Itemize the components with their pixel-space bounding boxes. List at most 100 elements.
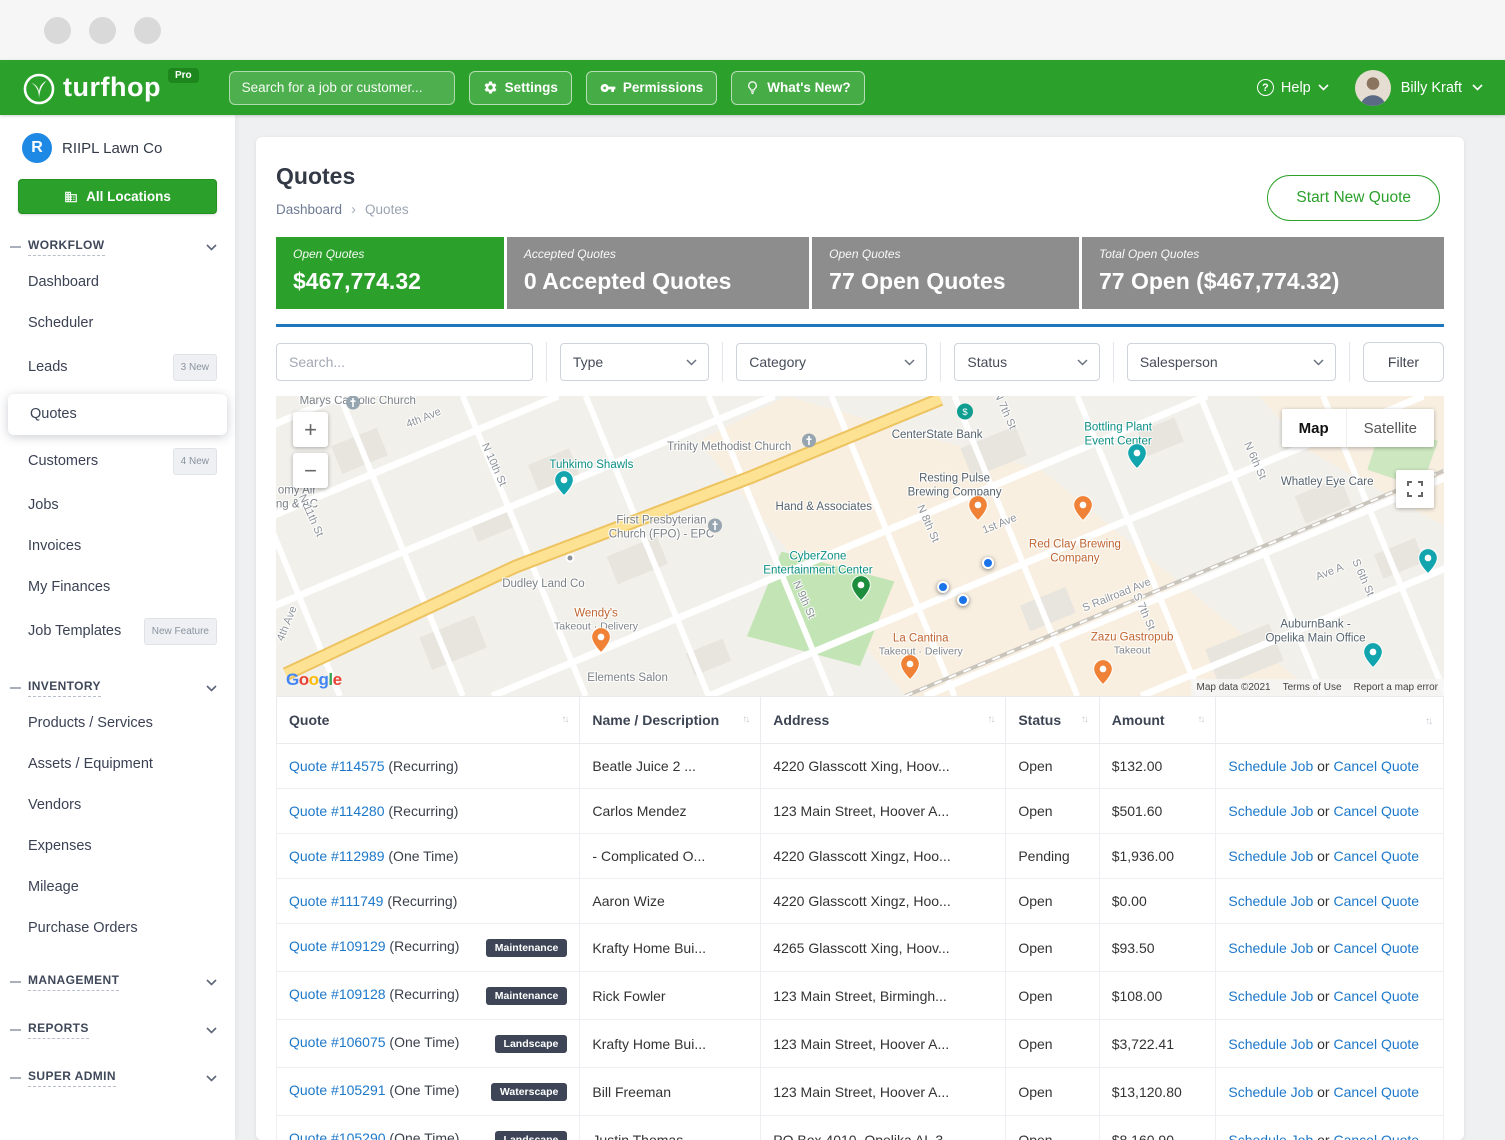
attraction-pin-marker[interactable] (1418, 548, 1437, 578)
sort-icon[interactable]: ↑↓ (1081, 714, 1087, 725)
start-new-quote-button[interactable]: Start New Quote (1267, 175, 1440, 221)
schedule-job-link[interactable]: Schedule Job (1228, 758, 1313, 774)
restaurant-pin-marker[interactable] (1074, 496, 1093, 526)
quote-link[interactable]: Quote #105290 (289, 1130, 386, 1140)
window-control-dot[interactable] (44, 17, 71, 44)
sort-icon[interactable]: ↑↓ (1425, 716, 1431, 727)
sidebar-item-expenses[interactable]: Expenses (0, 826, 235, 867)
quote-link[interactable]: Quote #111749 (289, 893, 383, 909)
sidebar-item-products-services[interactable]: Products / Services (0, 703, 235, 744)
poi-dot-marker[interactable] (566, 554, 575, 563)
church-marker[interactable] (708, 518, 723, 538)
quotes-search-input[interactable] (276, 343, 533, 381)
sidebar-item-vendors[interactable]: Vendors (0, 785, 235, 826)
whats-new-button[interactable]: What's New? (731, 71, 864, 105)
window-control-dot[interactable] (134, 17, 161, 44)
cancel-quote-link[interactable]: Cancel Quote (1333, 803, 1419, 819)
column-header-name-description[interactable]: Name / Description↑↓ (580, 697, 761, 744)
sidebar-item-purchase-orders[interactable]: Purchase Orders (0, 908, 235, 949)
satellite-view-button[interactable]: Satellite (1346, 409, 1434, 447)
filter-select-type[interactable]: Type (560, 343, 709, 381)
quote-row[interactable]: Quote #111749 (Recurring) Aaron Wize 422… (277, 879, 1444, 924)
user-menu[interactable]: Billy Kraft (1355, 70, 1483, 106)
company-switcher[interactable]: R RIIPL Lawn Co (0, 133, 235, 163)
map[interactable]: Marys Catholic ChurchTuhkimo ShawlsTrini… (276, 396, 1444, 696)
quote-link[interactable]: Quote #114280 (289, 803, 385, 819)
schedule-job-link[interactable]: Schedule Job (1228, 940, 1313, 956)
quote-row[interactable]: Quote #109128 (Recurring)Maintenance Ric… (277, 972, 1444, 1020)
schedule-job-link[interactable]: Schedule Job (1228, 893, 1313, 909)
restaurant-pin-marker[interactable] (968, 496, 987, 526)
report-map-error-link[interactable]: Report a map error (1354, 682, 1438, 693)
schedule-job-link[interactable]: Schedule Job (1228, 1132, 1313, 1140)
schedule-job-link[interactable]: Schedule Job (1228, 848, 1313, 864)
help-menu[interactable]: ? Help (1257, 79, 1329, 96)
sidebar-item-jobs[interactable]: Jobs (0, 485, 235, 526)
quote-location-marker[interactable] (937, 581, 949, 593)
restaurant-pin-marker[interactable] (591, 628, 610, 658)
park-pin-marker[interactable] (852, 575, 871, 605)
map-zoom-in-button[interactable]: + (293, 412, 328, 447)
quote-row[interactable]: Quote #106075 (One Time)Landscape Krafty… (277, 1020, 1444, 1068)
column-header-quote[interactable]: Quote↑↓ (277, 697, 580, 744)
filter-select-status[interactable]: Status (954, 343, 1099, 381)
quote-row[interactable]: Quote #109129 (Recurring)Maintenance Kra… (277, 924, 1444, 972)
sidebar-item-mileage[interactable]: Mileage (0, 867, 235, 908)
attraction-pin-marker[interactable] (555, 470, 574, 500)
settings-button[interactable]: Settings (469, 71, 572, 105)
map-fullscreen-button[interactable] (1396, 470, 1434, 508)
church-marker[interactable] (801, 433, 816, 453)
column-header-address[interactable]: Address↑↓ (761, 697, 1006, 744)
map-view-button[interactable]: Map (1282, 409, 1346, 447)
attraction-pin-marker[interactable] (1127, 443, 1146, 473)
sort-icon[interactable]: ↑↓ (1197, 714, 1203, 725)
sidebar-item-job-templates[interactable]: Job TemplatesNew Feature (0, 608, 235, 655)
breadcrumb-dashboard[interactable]: Dashboard (276, 202, 342, 217)
header-search-input[interactable] (229, 71, 455, 105)
sort-icon[interactable]: ↑↓ (987, 714, 993, 725)
filter-select-category[interactable]: Category (736, 343, 927, 381)
bank-marker[interactable]: $ (957, 403, 974, 425)
restaurant-pin-marker[interactable] (901, 655, 920, 685)
quote-link[interactable]: Quote #109129 (289, 938, 386, 954)
filter-button[interactable]: Filter (1363, 342, 1444, 382)
sidebar-item-quotes[interactable]: Quotes (8, 394, 227, 435)
schedule-job-link[interactable]: Schedule Job (1228, 1084, 1313, 1100)
church-marker[interactable] (346, 396, 361, 415)
schedule-job-link[interactable]: Schedule Job (1228, 803, 1313, 819)
filter-select-salesperson[interactable]: Salesperson (1127, 343, 1336, 381)
sidebar-section-management[interactable]: MANAGEMENT (0, 964, 235, 997)
quote-location-marker[interactable] (957, 594, 969, 606)
sidebar-section-reports[interactable]: REPORTS (0, 1012, 235, 1045)
sidebar-item-assets-equipment[interactable]: Assets / Equipment (0, 744, 235, 785)
sidebar-item-customers[interactable]: Customers4 New (0, 438, 235, 485)
cancel-quote-link[interactable]: Cancel Quote (1333, 940, 1419, 956)
quote-link[interactable]: Quote #106075 (289, 1034, 386, 1050)
sidebar-section-workflow[interactable]: WORKFLOW (0, 229, 235, 262)
column-header-amount[interactable]: Amount↑↓ (1099, 697, 1216, 744)
cancel-quote-link[interactable]: Cancel Quote (1333, 988, 1419, 1004)
quote-link[interactable]: Quote #114575 (289, 758, 385, 774)
quote-row[interactable]: Quote #105291 (One Time)Waterscape Bill … (277, 1068, 1444, 1116)
cancel-quote-link[interactable]: Cancel Quote (1333, 758, 1419, 774)
cancel-quote-link[interactable]: Cancel Quote (1333, 893, 1419, 909)
sidebar-section-inventory[interactable]: INVENTORY (0, 670, 235, 703)
attraction-pin-marker[interactable] (1363, 643, 1382, 673)
sidebar-section-super-admin[interactable]: SUPER ADMIN (0, 1060, 235, 1093)
sidebar-item-scheduler[interactable]: Scheduler (0, 303, 235, 344)
cancel-quote-link[interactable]: Cancel Quote (1333, 1132, 1419, 1140)
permissions-button[interactable]: Permissions (586, 71, 717, 105)
column-header-status[interactable]: Status↑↓ (1006, 697, 1099, 744)
quote-location-marker[interactable] (982, 557, 994, 569)
schedule-job-link[interactable]: Schedule Job (1228, 1036, 1313, 1052)
window-control-dot[interactable] (89, 17, 116, 44)
cancel-quote-link[interactable]: Cancel Quote (1333, 1036, 1419, 1052)
restaurant-pin-marker[interactable] (1093, 659, 1112, 689)
map-zoom-out-button[interactable]: − (293, 453, 328, 488)
brand-logo[interactable]: turfhop Pro (22, 70, 199, 106)
quote-link[interactable]: Quote #109128 (289, 986, 386, 1002)
quote-link[interactable]: Quote #105291 (289, 1082, 386, 1098)
terms-of-use-link[interactable]: Terms of Use (1283, 682, 1342, 693)
schedule-job-link[interactable]: Schedule Job (1228, 988, 1313, 1004)
quote-row[interactable]: Quote #105290 (One Time)Landscape Justin… (277, 1116, 1444, 1140)
